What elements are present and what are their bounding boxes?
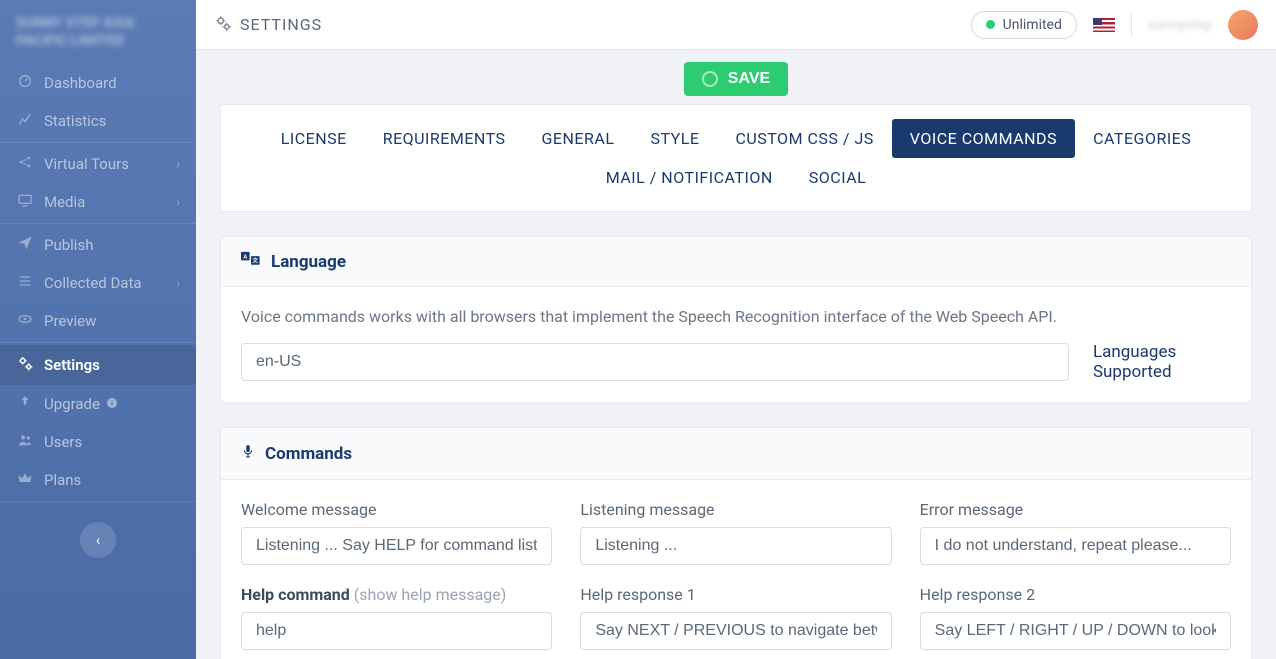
sidebar-label: Users [44,433,82,451]
help-response-1-input[interactable] [580,612,891,650]
svg-text:i: i [111,400,113,408]
sidebar-label: Media [44,193,85,211]
tab-voice-commands[interactable]: VOICE COMMANDS [892,119,1075,158]
microphone-icon [241,442,255,465]
language-section-header: A文 Language [221,237,1251,287]
sidebar-label: Preview [44,312,96,330]
chevron-right-icon: › [176,276,180,290]
sidebar-item-virtual-tours[interactable]: Virtual Tours › [0,145,196,183]
chart-icon [16,111,34,131]
help-response-2-label: Help response 2 [920,585,1231,604]
help-command-label: Help command (show help message) [241,585,552,604]
sidebar-label: Publish [44,236,93,254]
avatar[interactable] [1228,10,1258,40]
error-message-input[interactable] [920,527,1231,565]
sidebar-label: Statistics [44,112,106,130]
tab-mail-notification[interactable]: MAIL / NOTIFICATION [588,158,791,197]
language-help-text: Voice commands works with all browsers t… [241,307,1231,326]
share-icon [16,154,34,174]
eye-icon [16,311,34,331]
sidebar: SUNNY STEP ASIA PACIFIC LIMITED Dashboar… [0,0,196,659]
help-command-input[interactable] [241,612,552,650]
welcome-message-label: Welcome message [241,500,552,519]
help-response-1-label: Help response 1 [580,585,891,604]
chevron-left-icon: ‹ [96,531,101,549]
users-icon [16,432,34,452]
listening-message-input[interactable] [580,527,891,565]
tab-custom-css-js[interactable]: CUSTOM CSS / JS [717,119,891,158]
save-button[interactable]: SAVE [684,62,788,96]
gears-icon [16,354,34,376]
sidebar-label: Virtual Tours [44,155,129,173]
sidebar-collapse-button[interactable]: ‹ [80,522,116,558]
sidebar-item-dashboard[interactable]: Dashboard [0,64,196,102]
gears-icon [214,14,232,36]
languages-supported-link[interactable]: Languages Supported [1093,342,1231,382]
crown-icon [16,470,34,490]
badge-label: Unlimited [1003,17,1062,33]
sidebar-label: Settings [44,356,100,374]
sidebar-item-settings[interactable]: Settings [0,345,196,385]
tab-social[interactable]: SOCIAL [791,158,884,197]
tab-license[interactable]: LICENSE [263,119,365,158]
listening-message-label: Listening message [580,500,891,519]
language-icon: A文 [241,251,261,272]
list-icon [16,273,34,293]
tab-style[interactable]: STYLE [632,119,717,158]
language-panel: A文 Language Voice commands works with al… [220,236,1252,403]
chevron-right-icon: › [176,157,180,171]
help-response-2-input[interactable] [920,612,1231,650]
sidebar-item-statistics[interactable]: Statistics [0,102,196,140]
commands-section-header: Commands [221,428,1251,480]
language-input[interactable] [241,343,1069,381]
tabs-panel: LICENSE REQUIREMENTS GENERAL STYLE CUSTO… [220,104,1252,212]
spinner-icon [702,71,718,87]
dashboard-icon [16,73,34,93]
sidebar-item-upgrade[interactable]: Upgrade i [0,385,196,423]
page-title: SETTINGS [214,14,322,36]
sidebar-item-preview[interactable]: Preview [0,302,196,340]
error-message-label: Error message [920,500,1231,519]
username: sunnystep [1148,17,1212,33]
sidebar-label: Dashboard [44,74,117,92]
monitor-icon [16,192,34,212]
info-icon: i [106,395,118,413]
language-flag[interactable] [1093,18,1115,32]
unlimited-badge[interactable]: Unlimited [971,11,1077,39]
sidebar-item-publish[interactable]: Publish [0,226,196,264]
sidebar-label: Upgrade [44,395,100,413]
sidebar-item-users[interactable]: Users [0,423,196,461]
sidebar-label: Collected Data [44,274,142,292]
status-dot-icon [986,20,995,29]
chevron-right-icon: › [176,195,180,209]
sidebar-item-collected-data[interactable]: Collected Data › [0,264,196,302]
upload-icon [16,394,34,414]
sidebar-item-plans[interactable]: Plans [0,461,196,499]
svg-text:A: A [243,254,247,260]
send-icon [16,235,34,255]
company-name: SUNNY STEP ASIA PACIFIC LIMITED [0,0,196,64]
sidebar-label: Plans [44,471,81,489]
commands-panel: Commands Welcome message Listening messa… [220,427,1252,659]
tab-general[interactable]: GENERAL [524,119,633,158]
topbar: SETTINGS Unlimited sunnystep [196,0,1276,50]
sidebar-item-media[interactable]: Media › [0,183,196,221]
welcome-message-input[interactable] [241,527,552,565]
tab-requirements[interactable]: REQUIREMENTS [365,119,524,158]
tab-categories[interactable]: CATEGORIES [1075,119,1209,158]
